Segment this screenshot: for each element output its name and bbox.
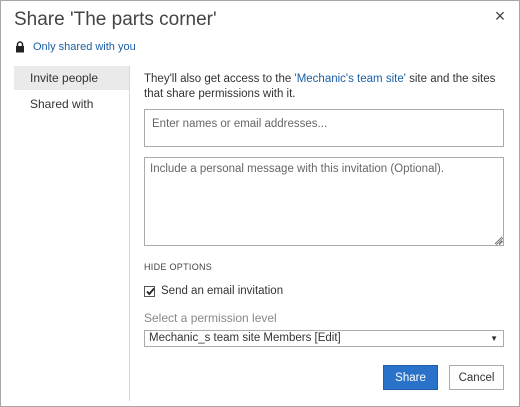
- resize-grip-icon[interactable]: [496, 238, 503, 245]
- only-shared-with-you-link[interactable]: Only shared with you: [33, 41, 136, 53]
- names-input[interactable]: [150, 117, 494, 131]
- send-email-row: Send an email invitation: [144, 285, 283, 297]
- cancel-button[interactable]: Cancel: [449, 365, 504, 390]
- share-dialog: Share 'The parts corner' × Only shared w…: [0, 0, 520, 407]
- checkmark-icon: [146, 287, 155, 295]
- site-name: 'Mechanic's team site': [294, 73, 406, 85]
- site-access-info: They'll also get access to the 'Mechanic…: [144, 72, 504, 102]
- sidebar: Invite people Shared with: [14, 66, 129, 116]
- sidebar-item-shared-with[interactable]: Shared with: [14, 92, 129, 116]
- names-input-box: [144, 109, 504, 147]
- close-icon[interactable]: ×: [491, 7, 509, 25]
- sidebar-item-invite-people[interactable]: Invite people: [14, 66, 129, 90]
- info-prefix: They'll also get access to the: [144, 73, 295, 85]
- lock-icon: [15, 41, 25, 53]
- sidebar-divider: [129, 66, 130, 401]
- share-button[interactable]: Share: [383, 365, 438, 390]
- dropdown-arrow-icon: ▼: [490, 334, 498, 343]
- permission-level-select[interactable]: Mechanic_s team site Members [Edit] ▼: [144, 330, 504, 347]
- dialog-title: Share 'The parts corner': [14, 9, 217, 30]
- permission-level-label: Select a permission level: [144, 311, 277, 325]
- hide-options-link[interactable]: HIDE OPTIONS: [144, 262, 212, 272]
- permission-selected-value: Mechanic_s team site Members [Edit]: [149, 332, 341, 344]
- sharing-status: Only shared with you: [15, 41, 136, 53]
- message-textarea[interactable]: [144, 157, 504, 246]
- send-email-checkbox[interactable]: [144, 285, 155, 297]
- invite-panel: They'll also get access to the 'Mechanic…: [144, 72, 504, 390]
- send-email-label: Send an email invitation: [161, 285, 284, 297]
